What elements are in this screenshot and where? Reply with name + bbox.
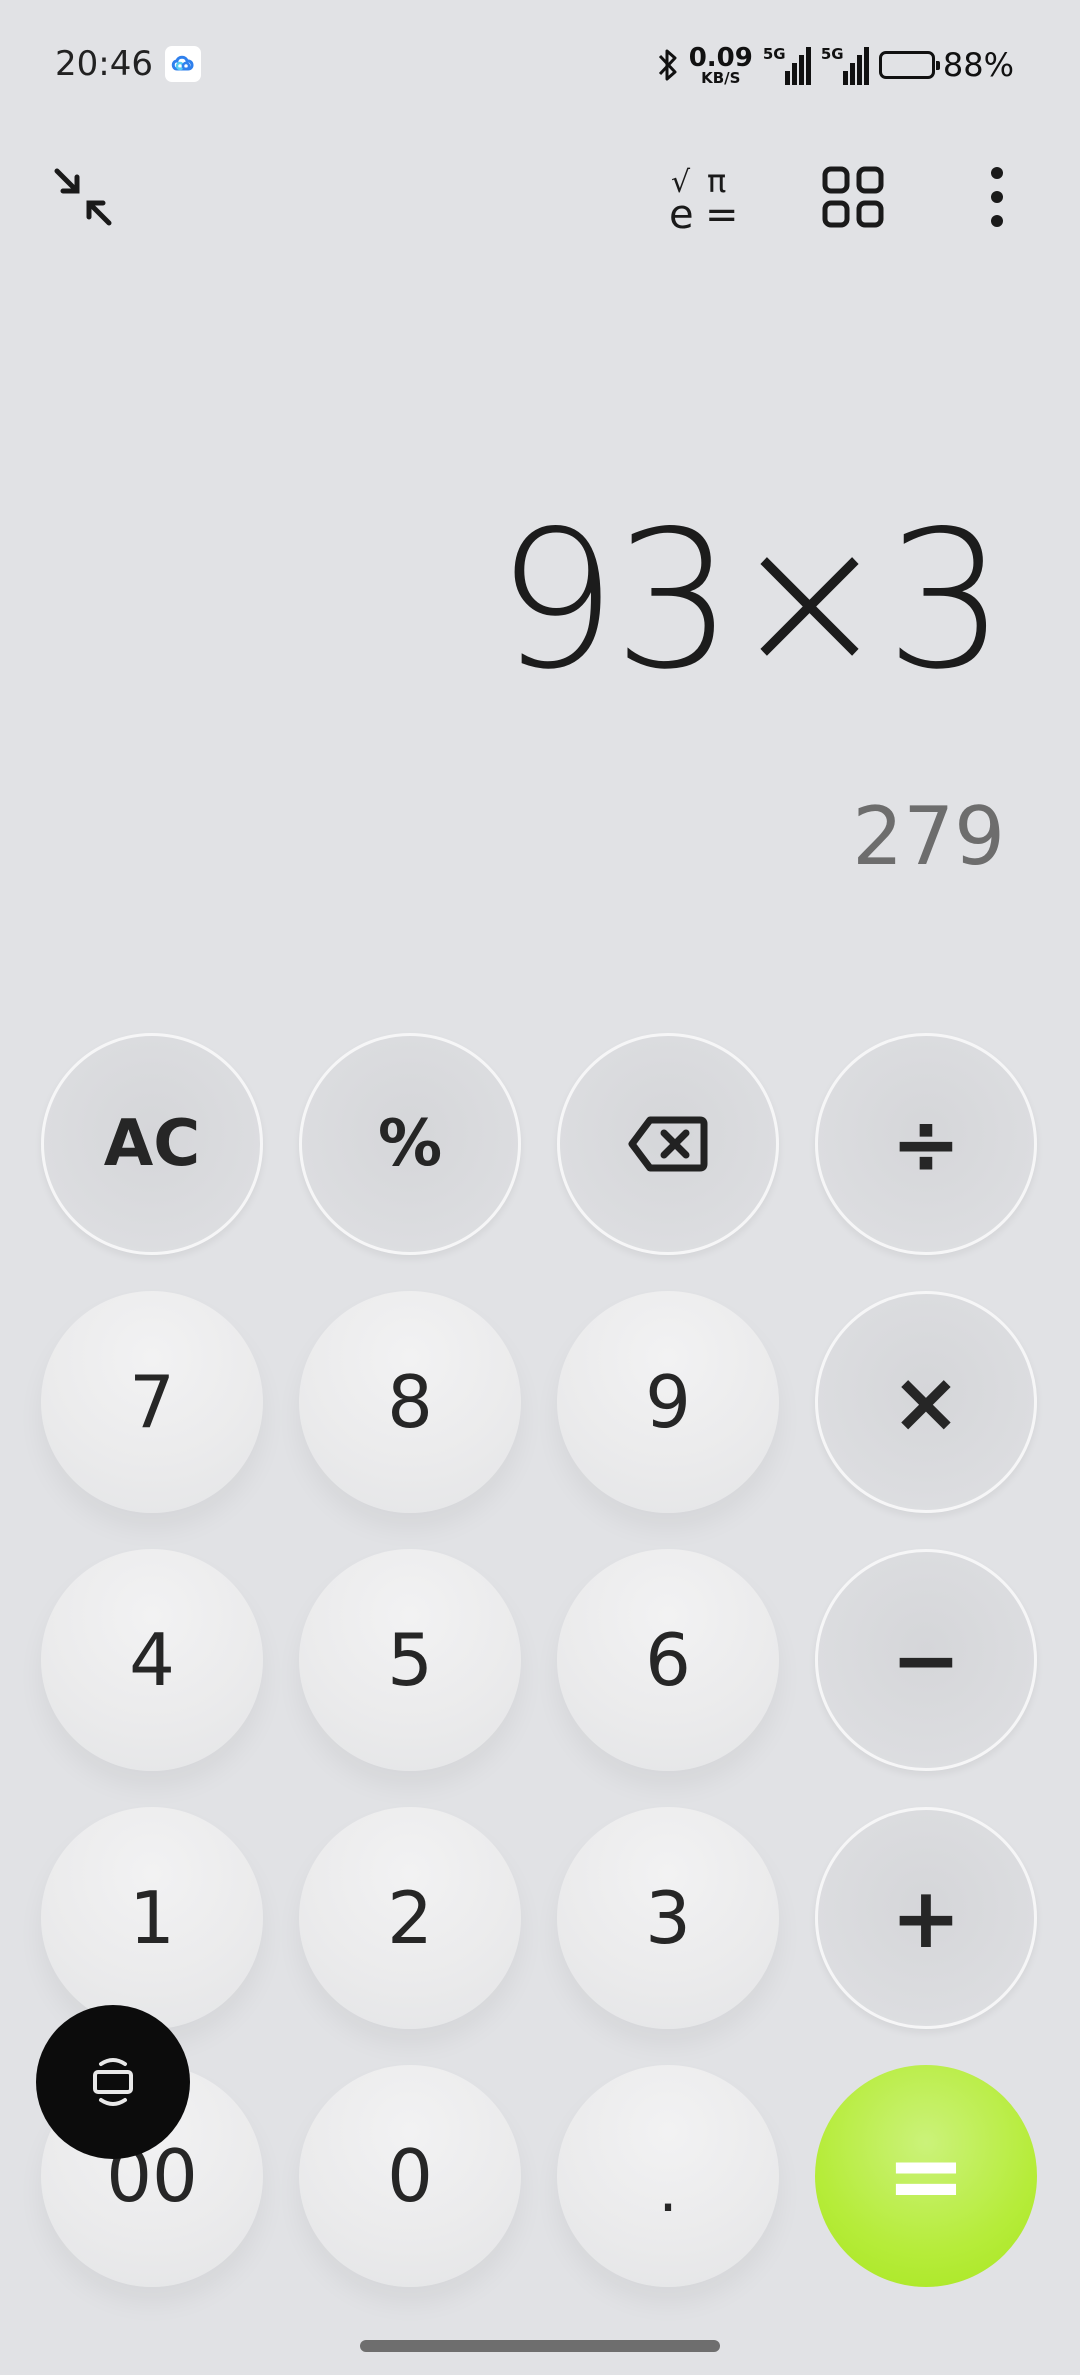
plus-label: + xyxy=(890,1869,962,1967)
equals-glyph: = xyxy=(705,192,739,232)
clear-button[interactable]: AC xyxy=(41,1033,263,1255)
backspace-button[interactable] xyxy=(557,1033,779,1255)
key-8-label: 8 xyxy=(387,1360,433,1444)
network-speed-unit: KB/S xyxy=(701,68,741,87)
key-5[interactable]: 5 xyxy=(299,1549,521,1771)
battery-percent: 88% xyxy=(942,46,1014,84)
key-3[interactable]: 3 xyxy=(557,1807,779,2029)
multiply-button[interactable]: × xyxy=(815,1291,1037,1513)
e-glyph: e xyxy=(669,192,694,232)
equals-button[interactable]: = xyxy=(815,2065,1037,2287)
key-0[interactable]: 0 xyxy=(299,2065,521,2287)
status-indicators: 0.09 KB/S 5G 5G 88% xyxy=(657,40,1014,90)
home-indicator[interactable] xyxy=(360,2340,720,2352)
divide-button[interactable]: ÷ xyxy=(815,1033,1037,1255)
key-1[interactable]: 1 xyxy=(41,1807,263,2029)
key-1-label: 1 xyxy=(129,1876,175,1960)
divide-label: ÷ xyxy=(890,1095,962,1193)
key-4-label: 4 xyxy=(129,1618,175,1702)
scientific-mode-button[interactable]: √ π e = xyxy=(662,152,752,242)
key-4[interactable]: 4 xyxy=(41,1549,263,1771)
status-bar: 20:46 0.09 KB/S 5G 5G 88% xyxy=(0,0,1080,130)
percent-button[interactable]: % xyxy=(299,1033,521,1255)
key-7-label: 7 xyxy=(129,1360,175,1444)
minimize-button[interactable] xyxy=(38,152,128,242)
key-9-label: 9 xyxy=(645,1360,691,1444)
battery-icon xyxy=(878,51,940,79)
backspace-icon xyxy=(628,1116,708,1172)
battery-indicator: 88% xyxy=(878,46,1014,84)
key-0-label: 0 xyxy=(387,2134,433,2218)
signal-label-sim2: 5G xyxy=(820,45,844,63)
floating-window-button[interactable] xyxy=(36,2005,190,2159)
signal-icon-sim2: 5G xyxy=(821,45,869,85)
plus-button[interactable]: + xyxy=(815,1807,1037,2029)
more-vertical-icon xyxy=(991,167,1003,227)
minus-button[interactable]: − xyxy=(815,1549,1037,1771)
cloud-sync-icon xyxy=(165,46,201,82)
multiply-label: × xyxy=(890,1353,962,1451)
key-decimal[interactable]: . xyxy=(557,2065,779,2287)
percent-label: % xyxy=(377,1107,443,1181)
expression-display: 93×3 xyxy=(496,490,1006,711)
grid-converter-icon xyxy=(822,166,884,228)
more-options-button[interactable] xyxy=(952,152,1042,242)
minus-label: − xyxy=(890,1611,962,1709)
clear-label: AC xyxy=(103,1107,201,1181)
converters-button[interactable] xyxy=(808,152,898,242)
bluetooth-icon xyxy=(657,46,679,84)
key-7[interactable]: 7 xyxy=(41,1291,263,1513)
calculator-screen: 20:46 0.09 KB/S 5G 5G 88% √ π e = 93×3 2… xyxy=(0,0,1080,2375)
equals-label: = xyxy=(885,2120,967,2232)
key-2[interactable]: 2 xyxy=(299,1807,521,2029)
key-9[interactable]: 9 xyxy=(557,1291,779,1513)
key-3-label: 3 xyxy=(645,1876,691,1960)
key-decimal-label: . xyxy=(658,2156,678,2226)
network-speed-value: 0.09 xyxy=(688,42,753,73)
key-6-label: 6 xyxy=(645,1618,691,1702)
network-speed: 0.09 KB/S xyxy=(689,45,753,86)
screen-rotate-icon xyxy=(93,2058,133,2106)
key-2-label: 2 xyxy=(387,1876,433,1960)
key-6[interactable]: 6 xyxy=(557,1549,779,1771)
minimize-arrows-icon xyxy=(54,168,112,226)
result-preview: 279 xyxy=(852,790,1005,883)
signal-label-sim1: 5G xyxy=(762,45,786,63)
scientific-mode-icon: √ π e = xyxy=(669,162,739,232)
status-time: 20:46 xyxy=(55,44,153,84)
key-5-label: 5 xyxy=(387,1618,433,1702)
signal-icon-sim1: 5G xyxy=(763,45,811,85)
key-8[interactable]: 8 xyxy=(299,1291,521,1513)
